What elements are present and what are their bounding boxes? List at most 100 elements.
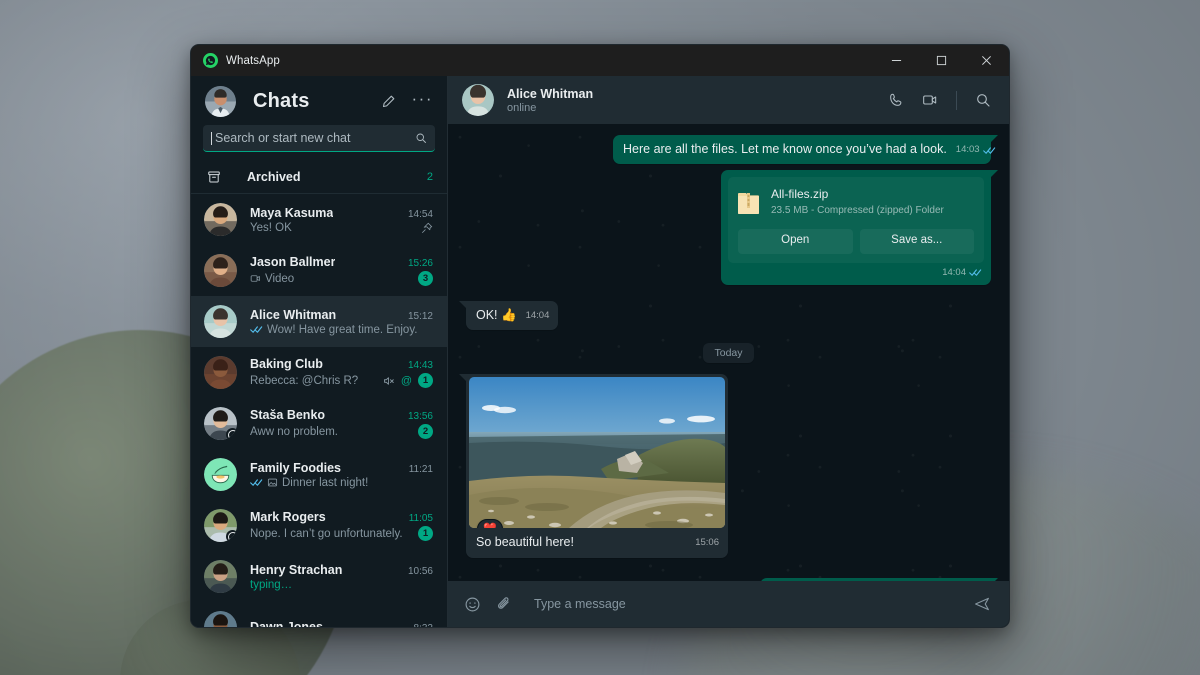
search-placeholder: Search or start new chat [215,131,415,145]
chat-list[interactable]: Maya Kasuma 14:54 Yes! OK Jason Ballmer … [191,194,447,627]
read-receipt-icon [250,324,263,335]
close-button[interactable] [964,45,1009,76]
status-ring-icon [226,428,237,440]
archived-count: 2 [427,171,433,183]
minimize-button[interactable] [874,45,919,76]
image-caption: So beautiful here! [476,534,574,551]
video-call-icon[interactable] [922,92,938,108]
contact-avatar[interactable] [204,203,237,236]
window-titlebar[interactable]: WhatsApp [191,45,1009,76]
message-input[interactable]: Type a message [534,597,959,611]
attachment-icon[interactable] [495,596,512,613]
message-time: 14:04 [526,310,550,323]
mention-icon: @ [401,375,412,387]
read-receipt-icon [969,267,982,278]
conversation-search-icon[interactable] [975,92,991,108]
emoji-icon[interactable] [464,596,481,613]
window-controls [874,45,1009,76]
message-reaction[interactable]: ❤️ [477,519,503,528]
contact-status: online [507,102,593,114]
send-icon[interactable] [973,595,991,613]
file-attachment-card: All-files.zip 23.5 MB - Compressed (zipp… [728,177,984,263]
chat-item-preview: Aww no problem. [250,426,338,438]
chat-list-item[interactable]: Maya Kasuma 14:54 Yes! OK [191,194,447,245]
preview-text: Dinner last night! [282,477,368,489]
maximize-button[interactable] [919,45,964,76]
sidebar-header: Chats ··· [191,76,447,125]
preview-text: Video [265,273,294,285]
file-info: 23.5 MB - Compressed (zipped) Folder [771,204,944,218]
message-bubble-outgoing[interactable]: Wow! Have great time. Enjoy. 15:12 [760,578,991,581]
preview-text: Wow! Have great time. Enjoy. [267,324,417,336]
search-input[interactable]: Search or start new chat [203,125,435,152]
chat-item-time: 11:21 [401,464,433,475]
contact-avatar[interactable] [204,407,237,440]
sidebar-item-archived[interactable]: Archived 2 [191,160,447,194]
pin-icon [421,222,433,234]
unread-badge: 2 [418,424,433,439]
chat-list-item[interactable]: Family Foodies 11:21 Dinner last night! [191,449,447,500]
file-details: All-files.zip 23.5 MB - Compressed (zipp… [771,186,944,218]
preview-text: Nope. I can’t go unfortunately. [250,528,403,540]
page-title: Chats [253,90,310,113]
chat-list-item[interactable]: Alice Whitman 15:12 Wow! Have great time… [191,296,447,347]
whatsapp-window: WhatsApp [190,44,1010,628]
conversation-panel: Alice Whitman online [448,76,1009,627]
message-meta: 14:04 [942,267,982,281]
contact-avatar[interactable] [204,254,237,287]
message-bubble-outgoing[interactable]: Here are all the files. Let me know once… [613,135,991,164]
chat-list-item[interactable]: Baking Club 14:43 Rebecca: @Chris R? @1 [191,347,447,398]
my-avatar[interactable] [205,86,236,117]
contact-avatar[interactable] [204,560,237,593]
preview-text: Aww no problem. [250,426,338,438]
message-bubble-file[interactable]: All-files.zip 23.5 MB - Compressed (zipp… [721,170,991,286]
text-caret [211,132,212,145]
chat-item-meta: 2 [410,424,433,439]
message-row: Here are all the files. Let me know once… [466,135,991,164]
chat-list-item[interactable]: Dawn Jones 8:32 [191,602,447,627]
mountain-ridge-photo[interactable]: ❤️ [469,377,725,528]
message-list: Here are all the files. Let me know once… [448,124,1009,581]
conversation-header[interactable]: Alice Whitman online [448,76,1009,124]
chat-list-item[interactable]: Jason Ballmer 15:26 Video 3 [191,245,447,296]
compose-icon[interactable] [381,94,396,109]
day-label: Today [703,343,753,363]
search-icon[interactable] [415,132,427,144]
chat-item-name: Alice Whitman [250,308,336,322]
message-time: 14:03 [956,144,980,157]
unread-badge: 3 [418,271,433,286]
more-options-icon[interactable]: ··· [412,95,433,109]
chat-item-body: Maya Kasuma 14:54 Yes! OK [250,206,433,234]
read-receipt-icon [983,145,996,156]
contact-avatar[interactable] [204,509,237,542]
open-file-button[interactable]: Open [738,229,853,254]
chat-list-item[interactable]: Henry Strachan 10:56 typing… [191,551,447,602]
chat-item-time: 15:12 [400,311,433,322]
call-icon[interactable] [888,92,904,108]
chat-item-preview: Yes! OK [250,222,292,234]
whatsapp-logo-icon [203,53,218,68]
chat-list-item[interactable]: Staša Benko 13:56 Aww no problem. 2 [191,398,447,449]
muted-icon [383,375,395,387]
contact-avatar[interactable] [204,305,237,338]
contact-avatar[interactable] [462,84,494,116]
chat-item-meta: @1 [375,373,433,388]
chat-list-item[interactable]: Mark Rogers 11:05 Nope. I can’t go unfor… [191,500,447,551]
contact-avatar[interactable] [204,356,237,389]
chat-item-preview: Wow! Have great time. Enjoy. [250,324,417,336]
message-bubble-image[interactable]: ❤️ So beautiful here! 15:06 [466,374,728,558]
save-as-button[interactable]: Save as... [860,229,975,254]
contact-name: Alice Whitman [507,87,593,101]
contact-avatar[interactable] [204,458,237,491]
chat-item-time: 11:05 [401,513,433,524]
message-row: ❤️ So beautiful here! 15:06 [466,374,991,558]
message-meta: 15:06 [695,537,719,551]
chat-item-body: Staša Benko 13:56 Aww no problem. 2 [250,408,433,439]
message-bubble-incoming[interactable]: OK! 👍 14:04 [466,301,558,330]
message-row: OK! 👍 14:04 [466,301,991,330]
message-time: 15:06 [695,537,719,550]
contact-avatar[interactable] [204,611,237,627]
chat-item-time: 10:56 [400,566,433,577]
chat-item-time: 14:43 [400,360,433,371]
chat-item-preview: Nope. I can’t go unfortunately. [250,528,403,540]
